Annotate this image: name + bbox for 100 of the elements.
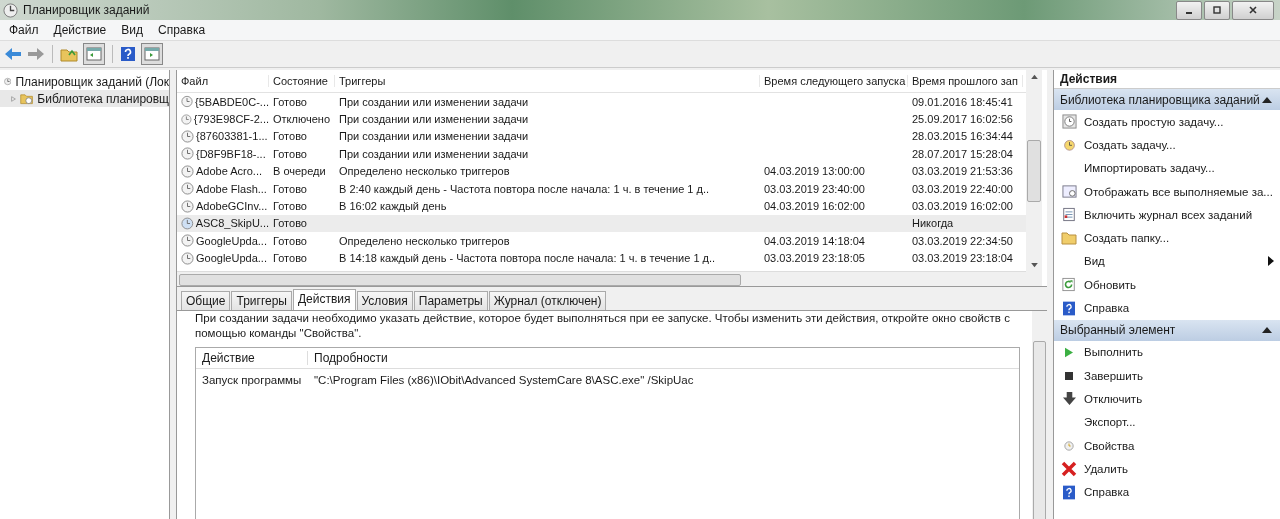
action-item[interactable]: Включить журнал всех заданий <box>1054 203 1280 227</box>
section-header[interactable]: Библиотека планировщика заданий <box>1054 89 1280 110</box>
panel-icon[interactable] <box>83 43 105 65</box>
minimize-button[interactable] <box>1176 0 1202 20</box>
section-header[interactable]: Выбранный элемент <box>1054 319 1280 341</box>
vertical-scrollbar[interactable] <box>1026 70 1042 286</box>
table-cell: Готово <box>273 234 307 247</box>
table-row[interactable]: GoogleUpda... Готово Определено несколько триггеров 04.03.2019 14:18:04 03.03.2019 22:34:50 <box>177 232 1026 250</box>
table-row[interactable]: AdobeGCInv... Готово В 16:02 каждый день 04.03.2019 16:02:00 03.03.2019 16:02:00 <box>177 197 1026 215</box>
action-item[interactable]: Справка <box>1054 480 1280 504</box>
clock-icon <box>181 199 194 213</box>
action-item[interactable]: Удалить <box>1054 457 1280 481</box>
tab[interactable]: Условия <box>356 291 413 310</box>
tab[interactable]: Параметры <box>413 291 488 310</box>
column-header[interactable]: Время прошлого зап <box>908 75 1023 87</box>
column-header[interactable]: Файл <box>177 75 269 87</box>
table-cell: 04.03.2019 14:18:04 <box>764 234 865 247</box>
table-cell: 03.03.2019 21:53:36 <box>912 165 1013 178</box>
action-item[interactable]: Обновить <box>1054 273 1280 297</box>
table-row[interactable]: {D8F9BF18-... Готово При создании или изменении задачи 28.07.2017 15:28:04 <box>177 145 1026 163</box>
table-cell: Готово <box>273 217 307 230</box>
table-cell: Готово <box>273 200 307 213</box>
down-arrow-icon <box>1062 392 1076 406</box>
table-cell: Никогда <box>912 217 954 230</box>
column-header[interactable]: Триггеры <box>335 75 760 87</box>
scroll-up-icon[interactable] <box>1030 74 1038 79</box>
clock-icon <box>181 234 194 248</box>
maximize-button[interactable] <box>1204 0 1230 20</box>
column-header[interactable]: Состояние <box>269 75 335 87</box>
action-item[interactable]: Экспорт... <box>1054 410 1280 434</box>
action-item[interactable]: Создать папку... <box>1054 226 1280 250</box>
action-item[interactable]: Импортировать задачу... <box>1054 156 1280 180</box>
forward-arrow-icon[interactable] <box>27 47 45 61</box>
table-row[interactable]: Adobe Acro... В очереди Определено несколько триггеров 04.03.2019 13:00:00 03.03.2019 21:53:36 <box>177 162 1026 180</box>
action-item[interactable]: Выполнить <box>1054 340 1280 364</box>
table-cell: 09.01.2016 18:45:41 <box>912 95 1013 108</box>
column-header[interactable]: Действие <box>196 351 308 365</box>
tab[interactable]: Журнал (отключен) <box>488 291 607 310</box>
tab[interactable]: Триггеры <box>231 291 292 310</box>
action-item[interactable]: Отключить <box>1054 387 1280 411</box>
table-row[interactable]: {87603381-1... Готово При создании или изменении задачи 28.03.2015 16:34:44 <box>177 127 1026 146</box>
window-title: Планировщик заданий <box>23 3 150 17</box>
table-cell: 04.03.2019 16:02:00 <box>764 200 865 213</box>
table-cell: Отключено <box>273 113 330 126</box>
window-icon <box>1061 184 1077 200</box>
table-cell: 03.03.2019 22:34:50 <box>912 234 1013 247</box>
table-cell: Готово <box>273 182 307 195</box>
clock-icon <box>181 182 194 196</box>
table-row[interactable]: GoogleUpda... Готово В 14:18 каждый день - Частота повтора после начала: 1 ч. в течение 1 д.. 03.03.2019 23:18:05 03.03.2019 23:18:04 <box>177 249 1026 267</box>
table-row[interactable]: {793E98CF-2... Отключено При создании или изменении задачи 25.09.2017 16:02:56 <box>177 110 1026 128</box>
close-icon <box>1248 5 1258 15</box>
horizontal-scrollbar[interactable] <box>177 271 1026 286</box>
maximize-icon <box>1212 5 1222 15</box>
table-row[interactable]: Adobe Flash... Готово В 2:40 каждый день - Частота повтора после начала: 1 ч. в течение 1 д.. 03.03.2019 23:40:00 03.03.2019 22:40:00 <box>177 179 1026 198</box>
table-cell: При создании или изменении задачи <box>339 147 529 160</box>
expander-icon[interactable] <box>10 94 17 103</box>
menu-item[interactable]: Действие <box>53 23 107 37</box>
tab[interactable]: Действия <box>292 289 356 310</box>
table-cell: В очереди <box>273 165 326 178</box>
log-icon <box>1062 207 1076 223</box>
clock-icon <box>1062 138 1076 152</box>
scroll-down-icon[interactable] <box>1030 263 1038 268</box>
table-cell: {5BABDE0C-... <box>195 95 269 108</box>
table-cell: {793E98CF-2... <box>193 113 269 126</box>
action-item[interactable]: Свойства <box>1054 433 1280 458</box>
tab[interactable]: Общие <box>181 291 231 310</box>
tree-item[interactable]: Библиотека планировщ <box>0 90 169 107</box>
action-item[interactable]: Справка <box>1054 296 1280 320</box>
table-row[interactable]: ASC8_SkipU... Готово Никогда <box>177 214 1026 233</box>
action-item[interactable]: Создать простую задачу... <box>1054 110 1280 134</box>
close-button[interactable] <box>1232 0 1274 20</box>
action-item[interactable]: Завершить <box>1054 363 1280 388</box>
menu-item[interactable]: Вид <box>121 23 143 37</box>
folder-icon <box>20 91 34 106</box>
menu-item[interactable]: Справка <box>158 23 206 37</box>
action-item[interactable]: Вид <box>1054 249 1280 274</box>
table-cell: При создании или изменении задачи <box>339 130 529 143</box>
table-cell: 03.03.2019 23:40:00 <box>764 182 865 195</box>
back-arrow-icon[interactable] <box>4 47 22 61</box>
table-cell: 04.03.2019 13:00:00 <box>764 165 865 178</box>
column-header[interactable]: Подробности <box>308 351 388 365</box>
table-cell: 03.03.2019 22:40:00 <box>912 182 1013 195</box>
collapse-icon[interactable] <box>1262 327 1272 334</box>
folder-icon[interactable] <box>60 46 78 62</box>
collapse-icon[interactable] <box>1262 96 1272 103</box>
action-item[interactable]: Создать задачу... <box>1054 133 1280 157</box>
table-cell: Adobe Flash... <box>196 182 267 195</box>
clock-icon <box>181 251 194 265</box>
table-cell: GoogleUpda... <box>196 252 267 265</box>
tree-item[interactable]: Планировщик заданий (Лок <box>0 73 169 90</box>
table-cell: В 16:02 каждый день <box>339 200 447 213</box>
panel-icon[interactable] <box>141 43 163 65</box>
table-row[interactable]: {5BABDE0C-... Готово При создании или изменении задачи 09.01.2016 18:45:41 <box>177 93 1026 111</box>
stop-icon <box>1065 371 1073 380</box>
action-item[interactable]: Отображать все выполняемые за... <box>1054 179 1280 204</box>
vertical-scrollbar[interactable] <box>1032 311 1047 519</box>
table-cell: Готово <box>273 147 307 160</box>
menu-item[interactable]: Файл <box>9 23 39 37</box>
help-icon[interactable] <box>120 46 136 62</box>
column-header[interactable]: Время следующего запуска <box>760 75 908 87</box>
